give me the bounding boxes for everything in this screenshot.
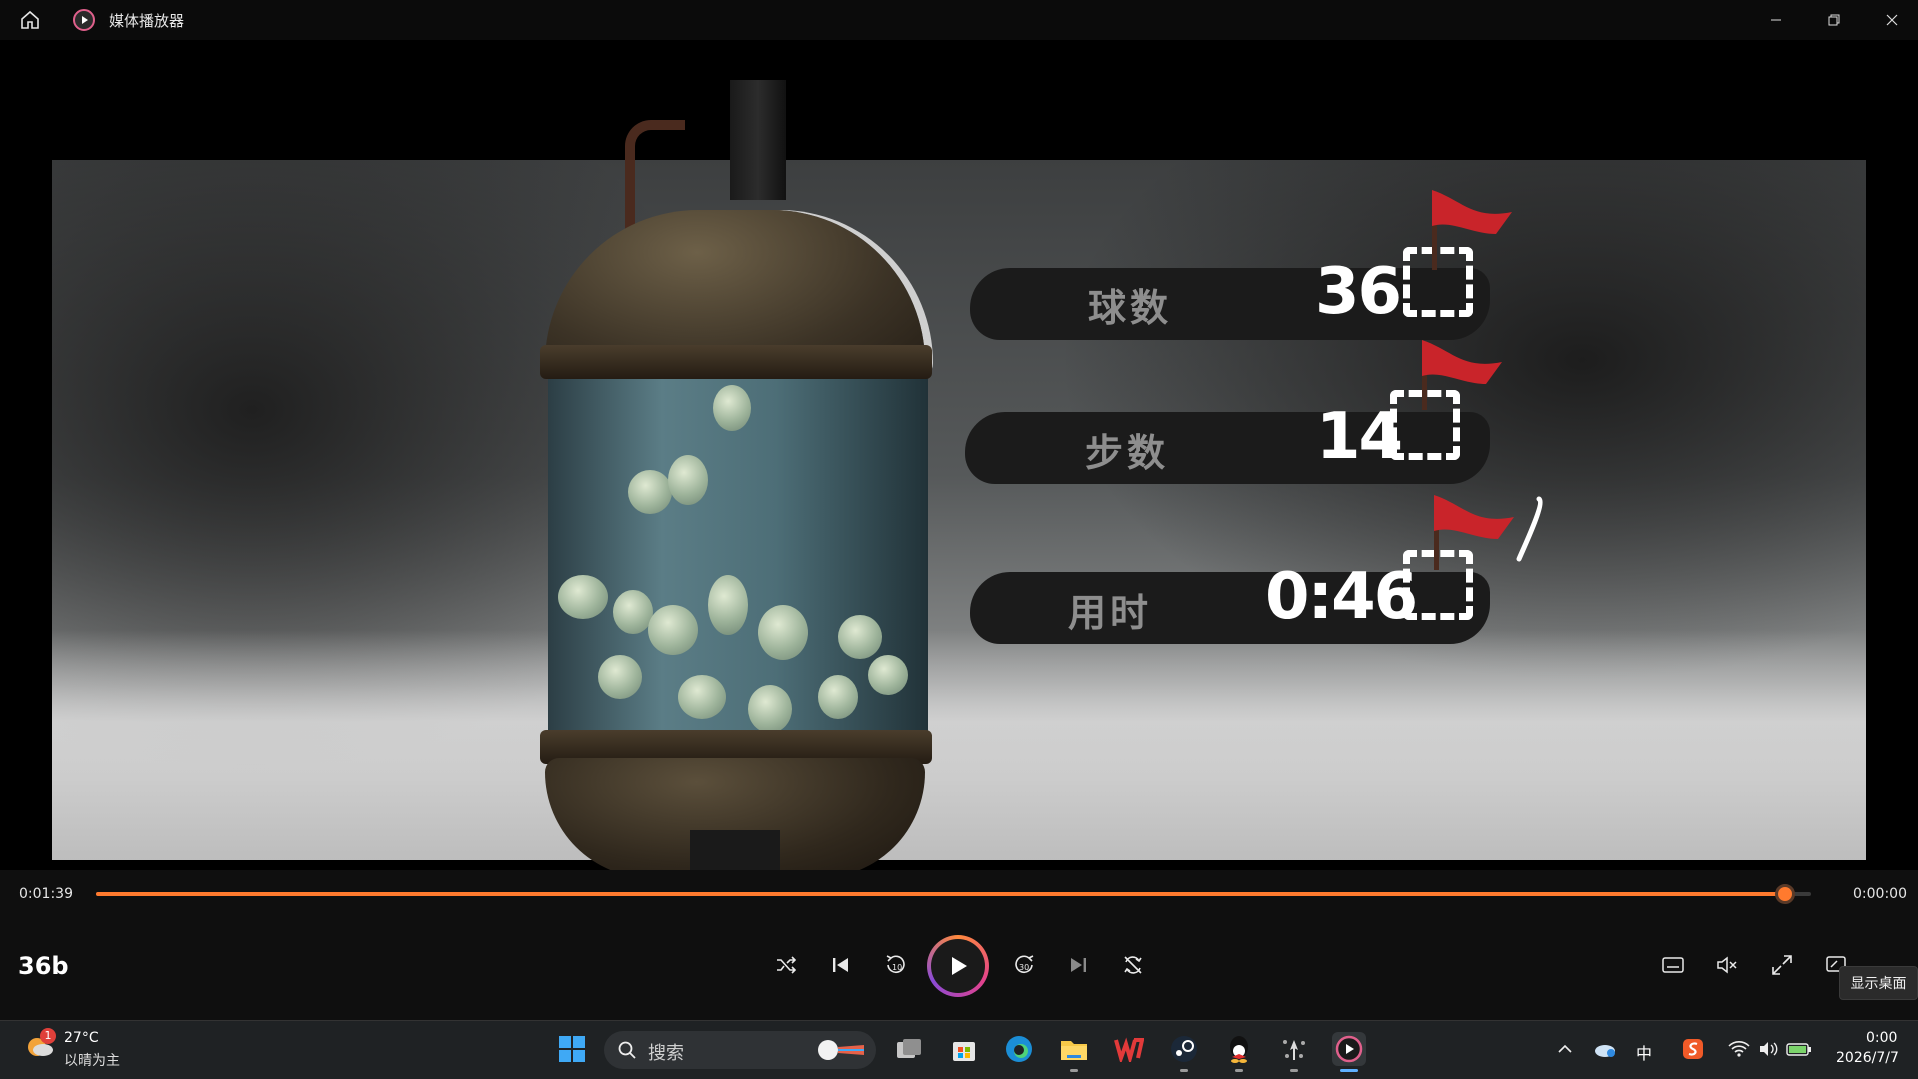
chalk-mark <box>1516 496 1543 562</box>
balls-value: 36 <box>1315 255 1402 329</box>
qq-icon[interactable] <box>1222 1032 1256 1066</box>
running-indicator <box>1180 1069 1188 1072</box>
mute-button[interactable] <box>1707 947 1747 987</box>
game-icon[interactable] <box>1277 1032 1311 1066</box>
play-icon <box>931 939 985 993</box>
tank-glass <box>548 375 928 740</box>
steps-label: 步数 <box>1085 431 1170 475</box>
shuffle-icon <box>775 954 797 980</box>
media-player-icon <box>72 8 96 32</box>
onedrive-icon[interactable] <box>1588 1032 1622 1066</box>
flag-icon <box>1432 190 1512 234</box>
wifi-icon[interactable] <box>1722 1032 1756 1066</box>
wps-icon[interactable] <box>1112 1032 1146 1066</box>
rewind-10-icon: 10 <box>884 953 908 981</box>
battery-icon[interactable] <box>1782 1032 1816 1066</box>
elapsed-time: 0:01:39 <box>19 886 73 902</box>
tank-stem <box>690 830 780 870</box>
restore-button[interactable] <box>1806 0 1862 40</box>
media-title: 36b <box>18 952 69 980</box>
balls-label: 球数 <box>1088 286 1173 330</box>
edge-icon[interactable] <box>1002 1032 1036 1066</box>
subtitles-button[interactable] <box>1653 947 1693 987</box>
tank-band-top <box>540 345 932 379</box>
file-explorer-icon[interactable] <box>1057 1032 1091 1066</box>
shuffle-button[interactable] <box>766 947 806 987</box>
window-title: 媒体播放器 <box>109 12 185 30</box>
previous-icon <box>831 955 851 979</box>
repeat-off-icon <box>1121 953 1145 981</box>
weather-badge: 1 <box>40 1028 56 1044</box>
volume-icon[interactable] <box>1752 1032 1786 1066</box>
search-input[interactable] <box>604 1031 876 1069</box>
tooltip: 显示桌面 <box>1839 966 1918 1000</box>
svg-text:30: 30 <box>1019 963 1029 972</box>
play-button[interactable] <box>927 935 989 997</box>
next-button[interactable] <box>1058 947 1098 987</box>
minimize-button[interactable] <box>1748 0 1804 40</box>
forward-30-icon: 30 <box>1012 953 1036 981</box>
time-label: 用时 <box>1068 591 1153 635</box>
flag-icon <box>1422 340 1502 384</box>
search-placeholder: 搜索 <box>648 1043 684 1064</box>
clock-date[interactable]: 2026/7/7 <box>1836 1050 1899 1066</box>
running-indicator <box>1235 1069 1243 1072</box>
flag-icon <box>1434 495 1514 539</box>
media-player-taskbar-icon[interactable] <box>1332 1032 1366 1066</box>
chevron-up-icon[interactable] <box>1548 1032 1582 1066</box>
clock-time[interactable]: 0:00 <box>1866 1030 1897 1046</box>
steps-value: 14 <box>1316 400 1403 474</box>
search-icon <box>618 1041 636 1059</box>
previous-button[interactable] <box>821 947 861 987</box>
video-frame <box>52 160 1866 860</box>
ime-indicator[interactable]: 中 <box>1636 1040 1652 1064</box>
home-icon[interactable] <box>18 8 42 32</box>
running-indicator <box>1290 1069 1298 1072</box>
title-bar: 媒体播放器 <box>0 0 1918 40</box>
fog <box>52 630 1866 860</box>
subtitles-icon <box>1662 956 1684 978</box>
fullscreen-icon <box>1771 954 1793 980</box>
time-value: 0:46 <box>1265 560 1418 634</box>
svg-text:10: 10 <box>892 963 902 972</box>
running-indicator <box>1070 1069 1078 1072</box>
store-icon[interactable] <box>947 1032 981 1066</box>
close-button[interactable] <box>1864 0 1918 40</box>
seek-bar[interactable] <box>96 884 1811 904</box>
weather-desc: 以晴为主 <box>64 1053 120 1069</box>
video-viewport[interactable]: 球数 36 步数 14 用时 0:46 <box>0 40 1918 870</box>
windows-start-icon[interactable] <box>555 1032 589 1066</box>
active-indicator <box>1340 1069 1358 1072</box>
balls-star-box <box>1403 247 1473 317</box>
seek-fill <box>96 892 1786 896</box>
steam-icon[interactable] <box>1167 1032 1201 1066</box>
next-icon <box>1068 955 1088 979</box>
weather-temp: 27°C <box>64 1030 99 1046</box>
task-view-icon[interactable] <box>892 1032 926 1066</box>
restore-icon <box>1828 11 1840 30</box>
repeat-button[interactable] <box>1113 947 1153 987</box>
fullscreen-button[interactable] <box>1762 947 1802 987</box>
mute-icon <box>1716 955 1738 979</box>
sogou-icon[interactable] <box>1676 1032 1710 1066</box>
close-icon <box>1886 11 1898 30</box>
search-highlight-icon <box>818 1040 864 1060</box>
rewind-10-button[interactable]: 10 <box>876 947 916 987</box>
forward-30-button[interactable]: 30 <box>1004 947 1044 987</box>
minimize-icon <box>1770 11 1782 30</box>
pipe <box>730 80 786 200</box>
remaining-time: 0:00:00 <box>1853 886 1907 902</box>
